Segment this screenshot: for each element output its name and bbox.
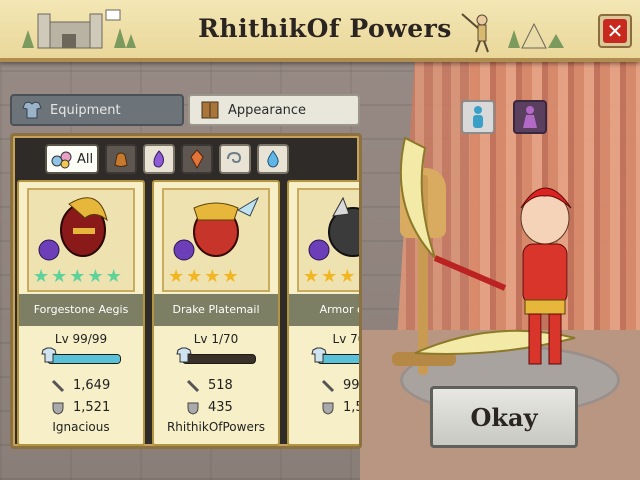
star-icon: ★: [186, 266, 203, 287]
defense-stat: 1,5: [321, 400, 362, 415]
shield-icon: [187, 402, 199, 415]
defense-value: 1,5: [343, 400, 362, 415]
star-icon: ★: [357, 268, 359, 286]
filter-all-label: All: [77, 151, 94, 167]
level-progress-bar: [47, 354, 121, 364]
wardrobe-icon: [201, 101, 219, 119]
filter-all-button[interactable]: All: [45, 144, 100, 174]
item-level: Lv 70/: [332, 332, 359, 346]
item-name: Forgestone Aegis: [19, 294, 143, 326]
defense-value: 435: [208, 400, 233, 415]
shirt-icon: [311, 347, 327, 363]
tab-equipment[interactable]: Equipment: [10, 94, 184, 126]
filter-crystal-button[interactable]: [181, 144, 214, 174]
shield-icon: [52, 402, 64, 415]
star-icon: ★: [33, 266, 50, 287]
defense-stat: 1,521: [51, 400, 110, 415]
tab-equipment-label: Equipment: [50, 102, 121, 118]
star-icon: ★: [321, 266, 338, 287]
attack-value: 1,649: [73, 378, 111, 393]
item-card-list: ★ ★ ★ ★ ★ Forgestone Aegis Lv 99/99 1,649 1,…: [17, 180, 362, 446]
star-icon: ★: [51, 266, 68, 287]
wolf-armor-icon: [308, 196, 359, 261]
hero-character: [399, 136, 576, 365]
filter-pouch-button[interactable]: [105, 144, 138, 174]
defense-value: 1,521: [73, 400, 111, 415]
purple-flame-icon: [153, 150, 165, 168]
tab-appearance-label: Appearance: [228, 102, 307, 118]
star-icon: ★: [87, 266, 104, 287]
female-figure-icon: [523, 106, 537, 128]
item-name: Drake Platemail: [154, 294, 278, 326]
star-icon: ★: [339, 266, 356, 287]
sword-icon: [321, 379, 335, 392]
tents-icon: [508, 22, 564, 49]
level-progress-fill: [48, 355, 120, 363]
armor-icon: [51, 151, 72, 169]
page-title: RhithikOf Powers: [198, 14, 452, 43]
shirt-icon: [41, 347, 57, 363]
item-card[interactable]: ★ ★ ★ ★ Drake Platemail Lv 1/70 518 435 Rhi…: [152, 180, 280, 446]
item-card[interactable]: ★ ★ ★ ★ ★ Forgestone Aegis Lv 99/99 1,649 1,…: [17, 180, 145, 446]
attack-value: 998: [343, 378, 360, 393]
okay-button[interactable]: Okay: [430, 386, 578, 448]
item-name: Armor of th: [289, 294, 359, 326]
filter-flame-button[interactable]: [143, 144, 176, 174]
drake-platemail-icon: [173, 196, 260, 261]
level-progress-bar: [182, 354, 256, 364]
orange-crystal-icon: [190, 149, 204, 169]
attack-stat: 1,649: [51, 378, 110, 393]
star-icon: ★: [222, 266, 239, 287]
male-figure-icon: [473, 106, 483, 128]
star-icon: ★: [168, 266, 185, 287]
item-owner: Ignacious: [52, 420, 110, 434]
armor-icon: [22, 101, 42, 119]
forgestone-helmet-icon: [38, 197, 108, 261]
item-level: Lv 99/99: [54, 332, 108, 346]
castle-icon: [22, 9, 136, 49]
defense-stat: 435: [186, 400, 233, 415]
shield-icon: [322, 402, 334, 415]
tab-appearance[interactable]: Appearance: [188, 94, 360, 126]
wind-swirl-icon: [227, 151, 242, 164]
filter-wind-button[interactable]: [219, 144, 252, 174]
pouch-icon: [114, 152, 128, 167]
item-card[interactable]: ★★★★ Armor of th Lv 70/ 998 1,5: [287, 180, 362, 446]
attack-stat: 518: [186, 378, 233, 393]
star-rating: ★★★★: [303, 266, 359, 287]
star-icon: ★: [69, 266, 86, 287]
swordsman-icon: [461, 13, 489, 53]
star-rating: ★ ★ ★ ★ ★: [33, 268, 122, 286]
close-icon: ✕: [603, 19, 627, 43]
star-icon: ★: [303, 266, 320, 287]
star-icon: ★: [204, 266, 221, 287]
attack-value: 518: [208, 378, 233, 393]
shirt-icon: [176, 347, 192, 363]
water-drop-icon: [267, 150, 279, 168]
attack-stat: 998: [321, 378, 360, 393]
item-level: Lv 1/70: [193, 332, 239, 346]
filter-row: All: [45, 144, 290, 176]
item-owner: RhithikOfPowers: [166, 420, 266, 434]
sword-icon: [51, 379, 65, 392]
top-bar: RhithikOf Powers ✕: [0, 0, 640, 62]
star-icon: ★: [105, 266, 122, 287]
appearance-panel: All ★ ★ ★ ★ ★ Forgestone Aegis Lv 99/99 …: [10, 133, 362, 449]
sword-icon: [186, 379, 200, 392]
star-rating: ★★★★: [168, 268, 239, 286]
filter-water-button[interactable]: [257, 144, 290, 174]
close-button[interactable]: ✕: [598, 14, 632, 48]
